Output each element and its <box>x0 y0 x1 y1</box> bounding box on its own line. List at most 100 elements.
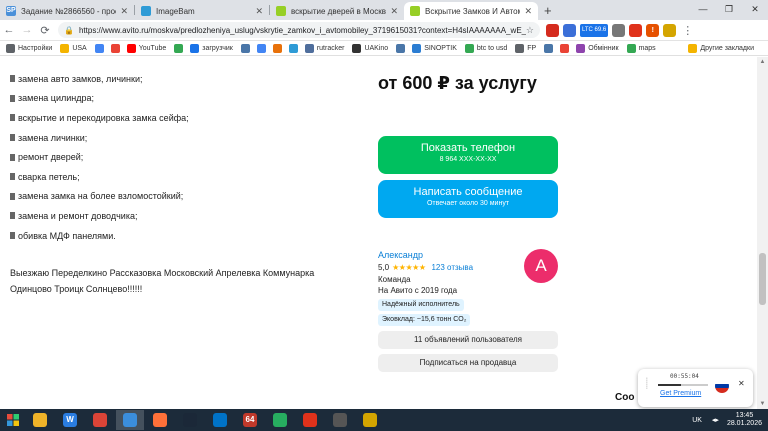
reload-button[interactable]: ⟳ <box>36 24 54 37</box>
subscribe-seller-button[interactable]: Подписаться на продавца <box>378 354 558 372</box>
bookmark-item[interactable]: rutracker <box>304 43 345 53</box>
bookmark-item[interactable] <box>544 43 556 53</box>
write-message-button[interactable]: Написать сообщение Отвечает около 30 мин… <box>378 180 558 218</box>
tab-favicon-icon <box>276 6 286 16</box>
seller-name-link[interactable]: Александр <box>378 250 423 260</box>
start-button[interactable] <box>0 409 26 431</box>
bookmark-item[interactable]: загрузчик <box>190 43 233 53</box>
page-scrollbar[interactable]: ▲ ▼ <box>757 57 768 409</box>
bookmark-label: rutracker <box>316 44 345 52</box>
user-listings-button[interactable]: 11 объявлений пользователя <box>378 331 558 349</box>
list-item: замена авто замков, личинки; <box>10 69 189 89</box>
tab-close-icon[interactable]: ✕ <box>255 6 263 17</box>
bookmark-item[interactable] <box>288 43 301 53</box>
bookmark-item[interactable] <box>396 43 408 53</box>
bookmark-other[interactable]: Другие закладки <box>688 44 754 53</box>
ext-gray-icon[interactable] <box>612 23 626 37</box>
bookmark-item[interactable]: SINOPTIK <box>412 43 457 53</box>
bookmark-star-icon[interactable]: ☆ <box>526 25 534 36</box>
tab-close-icon[interactable]: ✕ <box>390 6 398 17</box>
browser-menu-icon[interactable]: ⋮ <box>682 24 693 37</box>
taskbar-app[interactable] <box>206 410 234 430</box>
reviews-link[interactable]: 123 отзыва <box>431 263 473 272</box>
get-premium-link[interactable]: Get Premium <box>660 390 701 397</box>
taskbar-app[interactable]: 64 <box>236 410 264 430</box>
language-indicator[interactable]: UK <box>692 417 702 424</box>
new-tab-button[interactable]: + <box>544 3 552 18</box>
bookmark-item[interactable] <box>240 43 253 53</box>
scroll-down-arrow-icon[interactable]: ▼ <box>757 399 768 409</box>
tab-favicon-icon <box>410 6 420 16</box>
bookmark-item[interactable] <box>110 43 123 53</box>
taskbar-app[interactable] <box>296 410 324 430</box>
bookmark-item[interactable] <box>256 43 269 53</box>
aida64-icon: 64 <box>243 413 257 427</box>
taskbar-app[interactable]: W <box>56 410 84 430</box>
scroll-up-arrow-icon[interactable]: ▲ <box>757 57 768 67</box>
flag-ru-icon[interactable] <box>546 23 559 37</box>
clock[interactable]: 13:45 28.01.2026 <box>727 412 762 428</box>
back-button[interactable]: ← <box>0 24 18 36</box>
flag-ru-icon[interactable] <box>715 379 729 393</box>
show-phone-label: Показать телефон <box>420 142 516 154</box>
list-item-text: сварка петель; <box>18 171 80 182</box>
taskbar-app[interactable] <box>26 410 54 430</box>
widget-close-icon[interactable]: ✕ <box>738 379 745 388</box>
bookmark-item[interactable]: YouTube <box>126 43 166 53</box>
bookmark-item[interactable]: maps <box>626 43 656 53</box>
show-phone-button[interactable]: Показать телефон 8 964 XXX-XX-XX <box>378 136 558 174</box>
seller-since: На Авито с 2019 года <box>378 286 458 295</box>
seller-type: Команда <box>378 275 411 284</box>
taskbar-app[interactable] <box>146 410 174 430</box>
bookmark-item[interactable] <box>560 43 572 53</box>
ext-red-icon[interactable] <box>629 23 643 37</box>
windows-logo-icon <box>7 414 19 426</box>
bookmark-item[interactable]: FP <box>515 43 536 53</box>
bookmark-label: Обмінник <box>588 44 619 52</box>
list-item-text: обивка МДФ панелями. <box>18 230 116 241</box>
bookmark-item[interactable] <box>174 43 186 53</box>
drag-handle-icon[interactable]: ⋮ ⋮ <box>644 378 650 390</box>
ext-yellow-icon[interactable] <box>663 23 677 37</box>
tab-title: ImageBam <box>156 6 195 16</box>
browser-tab[interactable]: ImageBam ✕ <box>135 2 269 20</box>
taskbar-app[interactable] <box>326 410 354 430</box>
apps-icon <box>6 43 15 53</box>
phone-number: 8 964 XXX-XX-XX <box>439 156 497 163</box>
browser-tab[interactable]: Вскрытие Замков И Автомобилей✕ <box>404 2 538 20</box>
widget-progress[interactable] <box>658 384 708 386</box>
reliable-badge: Надёжный исполнитель <box>378 299 464 311</box>
address-bar[interactable]: 🔒 https://www.avito.ru/moskva/predlozhen… <box>58 22 540 38</box>
taskbar-app[interactable] <box>116 410 144 430</box>
tab-close-icon[interactable]: ✕ <box>120 6 128 17</box>
bookmark-item[interactable] <box>272 43 285 53</box>
taskbar-app[interactable] <box>176 410 204 430</box>
bookmark-item[interactable]: USA <box>60 43 87 53</box>
bookmark-item[interactable]: btc to usd <box>464 43 507 53</box>
system-tray: UK ◂▸ 13:45 28.01.2026 <box>692 409 768 431</box>
bookmark-item[interactable]: Настройки <box>6 43 52 53</box>
browser-tab[interactable]: SP Задание №2866560 - просмотр з ✕ <box>0 2 134 20</box>
tab-close-icon[interactable]: ✕ <box>524 6 532 17</box>
browser-tab[interactable]: вскрытие дверей в Москве - цен ✕ <box>270 2 404 20</box>
bookmark-item[interactable]: Обмінник <box>576 43 619 53</box>
taskbar-app[interactable] <box>356 410 384 430</box>
taskbar-app[interactable] <box>86 410 114 430</box>
bookmark-item[interactable]: UAKino <box>352 43 388 53</box>
maximize-button[interactable]: ❐ <box>716 0 742 20</box>
ext-blue-icon[interactable] <box>563 23 576 37</box>
list-item: сварка петель; <box>10 167 189 187</box>
bookmark-label: USA <box>72 44 87 52</box>
minimize-button[interactable]: — <box>690 0 716 20</box>
bookmark-item[interactable] <box>94 43 107 53</box>
price: от 600 ₽ за услугу <box>378 73 537 93</box>
scroll-thumb[interactable] <box>759 253 766 305</box>
close-window-button[interactable]: ✕ <box>742 0 768 20</box>
forward-button[interactable]: → <box>18 24 36 36</box>
star-rating-icon: ★★★★★ <box>392 263 426 272</box>
avatar[interactable]: А <box>524 249 558 283</box>
ext-ltc-icon[interactable]: LTC 69.6 <box>580 23 609 37</box>
tray-arrows-icon[interactable]: ◂▸ <box>712 416 719 424</box>
ext-orange-icon[interactable]: ! <box>646 23 660 37</box>
taskbar-app[interactable] <box>266 410 294 430</box>
